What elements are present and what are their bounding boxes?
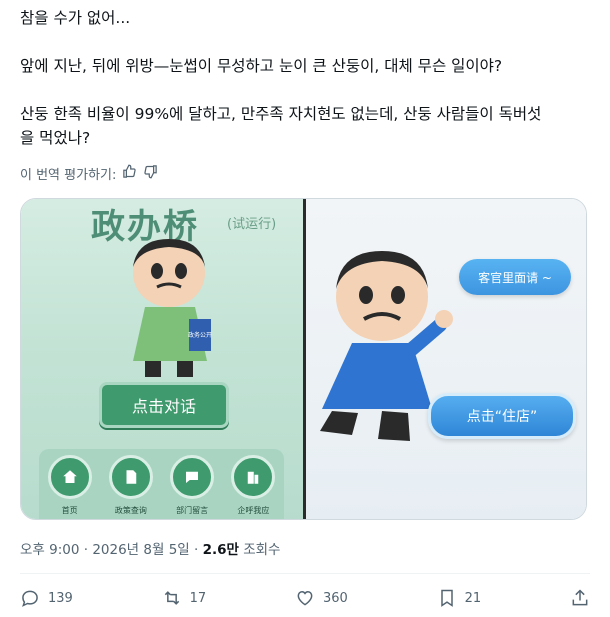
heart-icon	[297, 590, 313, 606]
chat-icon	[170, 455, 215, 499]
share-button[interactable]	[570, 588, 590, 608]
reply-count: 139	[48, 590, 73, 606]
nav-label: 部门留言	[176, 506, 209, 515]
like-button[interactable]: 360	[295, 588, 348, 608]
meta-divider	[20, 573, 590, 574]
bookmark-icon	[440, 589, 453, 607]
rate-translation: 이 번역 평가하기:	[20, 164, 158, 183]
bookmark-button[interactable]: 21	[437, 588, 482, 608]
nav-item-home[interactable]: 首页	[42, 455, 98, 516]
nav-item-enterprise[interactable]: 企呼我应	[225, 455, 281, 516]
view-label: 조회수	[238, 542, 281, 558]
post-line: 앞에 지난, 뒤에 위방—눈썹이 무성하고 눈이 큰 산둥이, 대체 무슨 일이…	[20, 57, 503, 75]
media-image-right[interactable]: 客官里面请 ~ 点击“住店”	[306, 199, 586, 519]
repost-count: 17	[189, 590, 207, 606]
thumbs-down-icon[interactable]	[143, 164, 158, 183]
nav-label: 政策查询	[114, 506, 147, 515]
post-timestamp[interactable]: 오후 9:00 · 2026년 8월 5일 ·	[20, 542, 203, 558]
nav-item-message[interactable]: 部门留言	[164, 455, 220, 516]
green-robe-character-illustration: 政务公开	[133, 239, 212, 377]
document-icon	[108, 455, 153, 499]
reply-icon	[22, 590, 38, 607]
post-meta: 오후 9:00 · 2026년 8월 5일 · 2.6만 조회수	[20, 538, 280, 558]
image-subtitle: (试运行)	[227, 217, 277, 232]
repost-button[interactable]: 17	[162, 588, 207, 608]
post-line: 참을 수가 없어...	[20, 9, 131, 27]
post-line: 산둥 한족 비율이 99%에 달하고, 만주족 자치현도 없는데, 산둥 사람들…	[20, 105, 542, 123]
post-text: 참을 수가 없어... 앞에 지난, 뒤에 위방—눈썹이 무성하고 눈이 큰 산…	[20, 6, 590, 150]
book-label: 政务公开	[188, 331, 212, 339]
action-bar: 139 17 360 21	[20, 585, 590, 611]
post-line: 을 먹었나?	[20, 129, 91, 147]
chat-start-button[interactable]: 点击对话	[99, 382, 229, 428]
bookmark-count: 21	[464, 590, 482, 606]
rate-translation-label: 이 번역 평가하기:	[20, 168, 117, 183]
share-icon	[572, 589, 588, 606]
greeting-bubble: 客官里面请 ~	[459, 259, 571, 295]
nav-label: 首页	[61, 506, 78, 515]
nav-label: 企呼我应	[237, 506, 270, 515]
view-count: 2.6만	[202, 542, 239, 558]
image-bottom-nav: 首页 政策查询 部门留言 企呼我应	[39, 449, 284, 519]
reply-button[interactable]: 139	[20, 588, 73, 608]
building-icon	[231, 455, 276, 499]
media-image-left[interactable]: 政办桥 (试运行) 政务公开 点击对话 首页 政策查询 部门留言 企呼我应	[21, 199, 303, 519]
post-media[interactable]: 政办桥 (试运行) 政务公开 点击对话 首页 政策查询 部门留言 企呼我应 客官…	[20, 198, 587, 520]
like-count: 360	[323, 590, 348, 606]
nav-item-policy[interactable]: 政策查询	[103, 455, 159, 516]
repost-icon	[164, 591, 179, 605]
check-in-button[interactable]: 点击“住店”	[428, 393, 576, 439]
home-icon	[47, 455, 92, 499]
thumbs-up-icon[interactable]	[122, 164, 137, 183]
